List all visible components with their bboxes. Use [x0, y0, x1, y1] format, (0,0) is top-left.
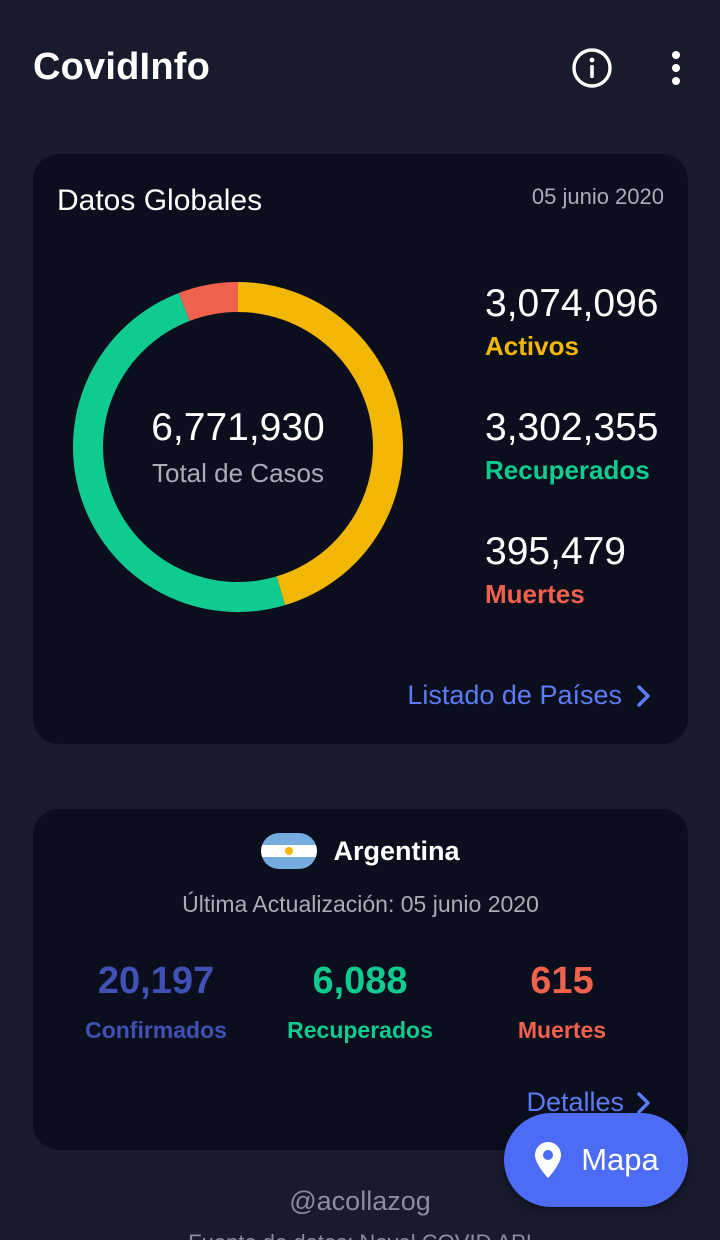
stat-value: 3,074,096: [485, 282, 659, 325]
stat-value: 395,479: [485, 530, 626, 573]
stat-label: Recuperados: [485, 455, 650, 485]
total-cases-label: Total de Casos: [152, 457, 324, 488]
country-name: Argentina: [333, 835, 460, 866]
global-title: Datos Globales: [57, 184, 263, 217]
app-screen: CovidInfo Datos Globales 05 junio 2020 6…: [0, 0, 720, 1240]
country-stat-value: 6,088: [312, 960, 408, 1002]
map-pin-icon: [535, 1142, 562, 1178]
footer-data-source: Fuente de datos: Novel COVID API: [0, 1230, 720, 1240]
country-stat-recuperados: 6,088 Recuperados: [245, 959, 475, 1044]
stat-value: 3,302,355: [485, 406, 659, 449]
country-stat-confirmados: 20,197 Confirmados: [41, 959, 271, 1044]
overflow-menu-button[interactable]: [652, 42, 700, 94]
map-button[interactable]: Mapa: [504, 1113, 688, 1207]
more-vert-icon: [672, 51, 680, 85]
info-button[interactable]: [566, 42, 618, 94]
global-date: 05 junio 2020: [531, 184, 664, 209]
country-stat-label: Muertes: [517, 1017, 607, 1043]
stat-label: Muertes: [485, 579, 585, 609]
total-cases-value: 6,771,930: [151, 405, 325, 449]
country-stat-value: 615: [530, 960, 594, 1002]
stat-activos: 3,074,096 Activos: [485, 282, 659, 362]
argentina-flag-icon: [261, 833, 318, 869]
country-stat-value: 20,197: [97, 960, 215, 1002]
stat-label: Activos: [485, 331, 579, 361]
donut-center: 6,771,930 Total de Casos: [73, 282, 403, 612]
country-list-link[interactable]: Listado de Países: [407, 680, 652, 711]
chevron-right-icon: [637, 1091, 650, 1114]
country-list-label: Listado de Países: [407, 680, 622, 710]
country-stats: 20,197 Confirmados 6,088 Recuperados 615…: [33, 959, 688, 1059]
stat-muertes: 395,479 Muertes: [485, 530, 626, 610]
country-last-update: Última Actualización: 05 junio 2020: [182, 891, 539, 917]
info-circle-icon: [572, 48, 612, 88]
global-data-card: Datos Globales 05 junio 2020 6,771,930 T…: [33, 154, 688, 744]
stat-recuperados: 3,302,355 Recuperados: [485, 406, 659, 486]
map-button-label: Mapa: [581, 1142, 659, 1177]
app-bar: CovidInfo: [0, 0, 720, 136]
country-stat-label: Confirmados: [85, 1017, 227, 1043]
country-stat-muertes: 615 Muertes: [447, 959, 677, 1044]
country-header: Argentina: [33, 833, 688, 869]
country-stat-label: Recuperados: [287, 1017, 433, 1043]
app-title: CovidInfo: [33, 46, 210, 88]
chevron-right-icon: [637, 684, 650, 707]
country-card: Argentina Última Actualización: 05 junio…: [33, 809, 688, 1150]
